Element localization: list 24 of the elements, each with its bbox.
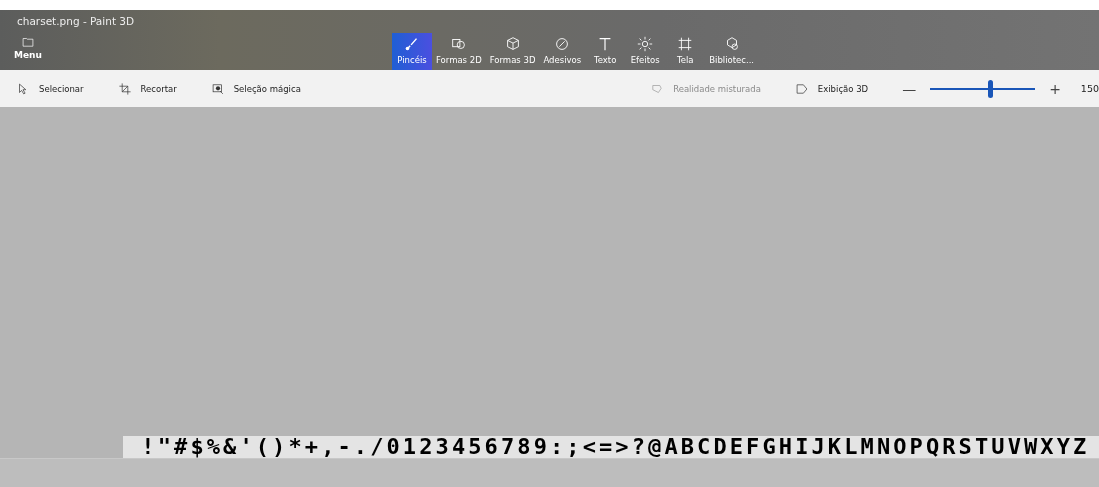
sun-icon	[636, 35, 655, 53]
tab[interactable]: Efeitos	[625, 33, 666, 70]
tab[interactable]: Adesivos	[539, 33, 586, 70]
view-3d-icon	[794, 81, 809, 96]
toolbar-button[interactable]: Recortar	[111, 80, 183, 97]
zoom-out-button[interactable]: —	[896, 80, 923, 97]
zoom-percentage: 150	[1080, 83, 1099, 94]
tab[interactable]: Pincéis	[392, 33, 432, 70]
zoom-in-button[interactable]: +	[1043, 80, 1067, 97]
toolbar-button[interactable]: Selecionar	[10, 80, 90, 97]
toolbar-button[interactable]: Seleção mágica	[204, 80, 307, 97]
tab[interactable]: Texto	[585, 33, 626, 70]
tab[interactable]: Formas 2D	[432, 33, 486, 70]
folder-icon	[20, 35, 35, 49]
tab[interactable]: Bibliotec...	[705, 33, 759, 70]
charset-text: !"#$%&'()*+,-./0123456789:;<=>?@ABCDEFGHIJKLMNOPQRSTUVWXYZ	[140, 436, 1090, 458]
crop-icon	[117, 81, 132, 96]
magic-select-icon	[210, 81, 225, 96]
window-title: charset.png - Paint 3D	[17, 15, 135, 27]
toolbar-button[interactable]: Exibição 3D	[788, 80, 875, 97]
slider-thumb[interactable]	[987, 79, 993, 98]
menu-button[interactable]: Menu	[12, 33, 44, 62]
tab[interactable]: Tela	[665, 33, 706, 70]
tab[interactable]: Formas 3D	[485, 33, 540, 70]
